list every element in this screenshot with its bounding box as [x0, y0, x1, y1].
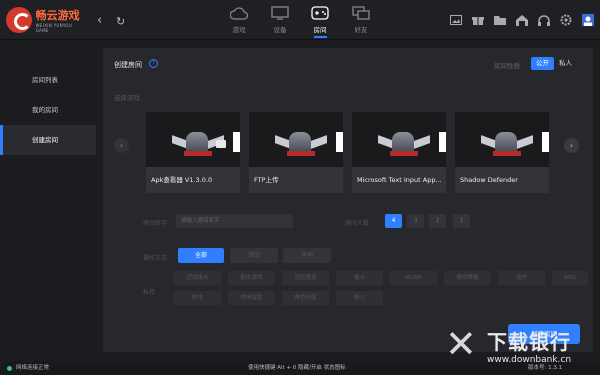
monitor-icon — [270, 5, 290, 21]
prev-game-button[interactable]: ‹ — [114, 138, 129, 153]
tab-friends[interactable]: 好友 — [341, 3, 381, 39]
friends-icon — [351, 5, 371, 21]
tab-games[interactable]: 游戏 — [219, 3, 259, 39]
room-name-input[interactable]: 请输入房间名字 — [176, 214, 293, 228]
privacy-toggle: 公开 私人 — [531, 57, 577, 70]
mode-keyboard-mouse-button[interactable]: 键鼠 — [230, 248, 278, 263]
mode-gamepad-button[interactable]: 手柄 — [283, 248, 331, 263]
tab-label: 房间 — [313, 24, 327, 38]
sidebar-item-create-room[interactable]: 创建房间 — [0, 125, 96, 155]
tag-chip[interactable]: 格斗 — [336, 291, 383, 305]
game-card[interactable]: Microsoft Text Input App... — [352, 112, 446, 193]
tag-chip[interactable]: MOBA — [390, 271, 437, 285]
network-status-text: 网络连接正常 — [16, 365, 50, 371]
game-thumbnail — [249, 112, 343, 167]
room-size-option[interactable]: 3 — [407, 214, 424, 228]
page-title: 创建房间 — [114, 61, 142, 69]
tag-chip[interactable]: 近战格斗 — [174, 271, 221, 285]
gamepad-icon — [310, 5, 330, 21]
room-size-label: 房间人数 — [345, 220, 370, 227]
status-bar: 网络连接正常 使用快捷键 Alt + 0 隐藏/开启 状态图标 版本号: 1.3… — [0, 362, 600, 375]
mode-label: 操作方式 — [143, 255, 168, 262]
refresh-button[interactable]: ↻ — [116, 15, 125, 28]
sidebar-item-label: 房间列表 — [32, 76, 58, 84]
privacy-public-button[interactable]: 公开 — [531, 57, 554, 70]
room-size-option[interactable]: 4 — [385, 214, 402, 228]
tag-chip[interactable]: 冒险竞技 — [282, 271, 329, 285]
privacy-private-button[interactable]: 私人 — [554, 57, 577, 70]
select-game-label: 选择游戏 — [114, 94, 140, 102]
tab-label: 设备 — [273, 26, 287, 34]
tag-chip[interactable]: RPG — [552, 271, 588, 285]
game-thumbnail — [455, 112, 549, 167]
game-card[interactable]: Apk查看器 V1.3.0.0 — [146, 112, 240, 193]
game-name: Microsoft Text Input App... — [357, 176, 442, 184]
folder-icon[interactable] — [493, 14, 506, 26]
logo-subtitle: WEIXIN YUNYOU GAME — [35, 23, 73, 33]
tag-chip[interactable]: 休闲益智 — [228, 291, 275, 305]
gift-icon[interactable] — [471, 14, 484, 26]
mode-all-button[interactable]: 全部 — [178, 248, 224, 263]
app-logo: 畅云游戏 WEIXIN YUNYOU GAME — [6, 6, 86, 34]
sidebar-item-label: 创建房间 — [32, 136, 58, 144]
game-name: FTP上传 — [254, 176, 279, 184]
settings-icon[interactable] — [559, 14, 572, 26]
game-name: Shadow Defender — [460, 176, 518, 184]
privacy-label: 房间性质 — [494, 62, 520, 70]
logo-icon — [6, 7, 32, 33]
create-room-panel: 创建房间 ? 房间性质 公开 私人 选择游戏 ‹ › Apk查看器 V1.3.0… — [103, 48, 593, 352]
help-icon[interactable]: ? — [149, 59, 158, 68]
sidebar-item-label: 我的房间 — [32, 106, 58, 114]
game-name: Apk查看器 V1.3.0.0 — [151, 176, 213, 184]
tag-chip[interactable]: 动作 — [498, 271, 545, 285]
window-tools — [449, 14, 594, 26]
game-thumbnail — [146, 112, 240, 167]
game-thumbnail — [352, 112, 446, 167]
top-bar: 畅云游戏 WEIXIN YUNYOU GAME ‹ ↻ 游戏 设备 房间 好友 — [0, 0, 600, 40]
version-label: 版本号: 1.3.1 — [528, 365, 563, 371]
shortcut-hint: 使用快捷键 Alt + 0 隐藏/开启 状态图标 — [248, 365, 346, 371]
sidebar-item-my-rooms[interactable]: 我的房间 — [0, 95, 96, 125]
sidebar-item-room-list[interactable]: 房间列表 — [0, 65, 96, 95]
tag-chip[interactable]: 角色扮演 — [282, 291, 329, 305]
sidebar: 房间列表 我的房间 创建房间 — [0, 40, 96, 362]
network-status-icon — [7, 366, 12, 371]
game-card[interactable]: Shadow Defender — [455, 112, 549, 193]
tag-chip[interactable]: 格斗 — [336, 271, 383, 285]
tab-devices[interactable]: 设备 — [260, 3, 300, 39]
next-game-button[interactable]: › — [564, 138, 579, 153]
cloud-icon — [229, 5, 249, 21]
create-room-button[interactable]: 创建房间 — [508, 324, 580, 344]
game-card[interactable]: FTP上传 — [249, 112, 343, 193]
tab-label: 游戏 — [232, 26, 246, 34]
tag-label: 标签 — [143, 289, 156, 296]
tab-rooms[interactable]: 房间 — [300, 3, 340, 39]
room-size-option[interactable]: 1 — [453, 214, 470, 228]
room-name-label: 房间名字 — [143, 220, 168, 227]
room-size-option[interactable]: 2 — [429, 214, 446, 228]
tag-chip[interactable]: 模拟策略 — [444, 271, 491, 285]
logo-title: 畅云游戏 — [35, 9, 80, 22]
image-icon[interactable] — [449, 14, 462, 26]
headset-icon[interactable] — [537, 14, 550, 26]
tag-chip[interactable]: 射击游戏 — [228, 271, 275, 285]
hangar-icon[interactable] — [515, 14, 528, 26]
avatar[interactable] — [581, 14, 594, 26]
tab-label: 好友 — [354, 26, 368, 34]
tag-chip[interactable]: 射击 — [174, 291, 221, 305]
back-button[interactable]: ‹ — [97, 13, 102, 28]
